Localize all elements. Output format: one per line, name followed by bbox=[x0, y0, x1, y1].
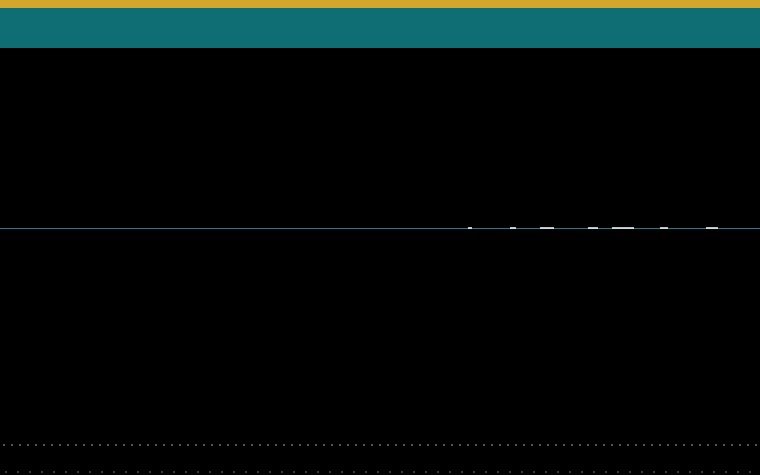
app-window bbox=[0, 0, 760, 475]
dotted-rule bbox=[0, 471, 760, 473]
content-area bbox=[0, 48, 760, 475]
divider-highlight bbox=[706, 227, 718, 229]
divider-highlight bbox=[540, 227, 554, 229]
dotted-rule bbox=[0, 444, 760, 446]
divider-highlight bbox=[468, 227, 472, 229]
divider-highlight bbox=[612, 227, 634, 229]
header-bar bbox=[0, 8, 760, 48]
divider-highlight bbox=[510, 227, 516, 229]
divider-highlight bbox=[588, 227, 598, 229]
accent-strip bbox=[0, 0, 760, 8]
divider-line bbox=[0, 228, 760, 229]
divider-highlight bbox=[660, 227, 668, 229]
